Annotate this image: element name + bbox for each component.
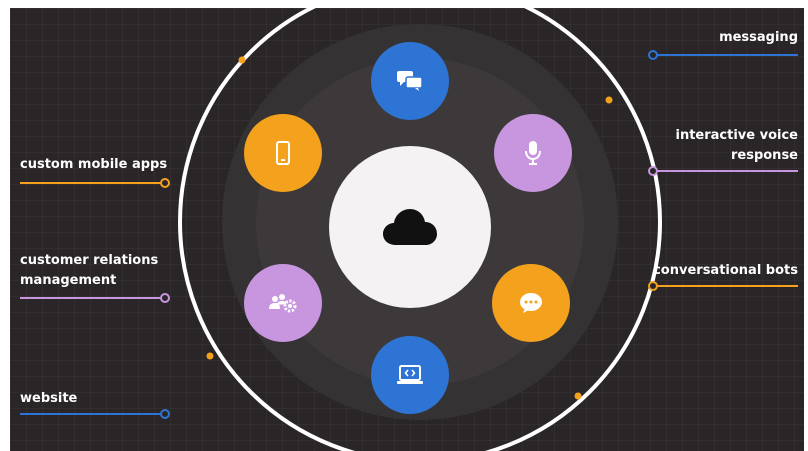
- connector-dot: [160, 409, 170, 419]
- label-ivr-line2: response: [730, 148, 798, 163]
- connector-dot: [648, 50, 658, 60]
- label-custom-mobile-apps: custom mobile apps: [20, 157, 168, 172]
- cloud-icon: [383, 209, 437, 245]
- laptop-code-icon: [397, 365, 423, 384]
- label-messaging: messaging: [719, 30, 798, 45]
- node-messaging: [371, 42, 449, 120]
- connector-conversational-bots: [656, 285, 798, 287]
- label-conversational-bots: conversational bots: [653, 263, 798, 278]
- ring-marker: [574, 392, 582, 400]
- node-mobile-apps: [244, 114, 322, 192]
- connector-ivr: [656, 170, 798, 172]
- connector-dot: [160, 178, 170, 188]
- chat-bubbles-icon: [397, 71, 423, 91]
- node-ivr: [494, 114, 572, 192]
- connector-dot: [648, 281, 658, 291]
- label-ivr-line1: interactive voice: [675, 128, 798, 143]
- ring-marker: [206, 352, 214, 360]
- connector-messaging: [656, 54, 798, 56]
- label-crm-line1: customer relations: [20, 253, 159, 268]
- ring-marker: [605, 96, 613, 104]
- ring-marker: [238, 56, 246, 64]
- node-crm: [244, 264, 322, 342]
- connector-website: [20, 413, 165, 415]
- mobile-phone-icon: [276, 141, 290, 165]
- connector-crm: [20, 297, 165, 299]
- center-node: [329, 146, 491, 308]
- microphone-icon: [525, 141, 541, 165]
- diagram-panel: custom mobile apps customer relations ma…: [10, 8, 804, 451]
- speech-bubble-icon: [520, 293, 542, 313]
- connector-dot: [160, 293, 170, 303]
- node-website: [371, 336, 449, 414]
- connector-mobile-apps: [20, 182, 165, 184]
- label-crm-line2: management: [20, 273, 117, 288]
- label-website: website: [20, 391, 78, 406]
- node-conversational-bots: [492, 264, 570, 342]
- connector-dot: [648, 166, 658, 176]
- people-gear-icon: [269, 294, 297, 313]
